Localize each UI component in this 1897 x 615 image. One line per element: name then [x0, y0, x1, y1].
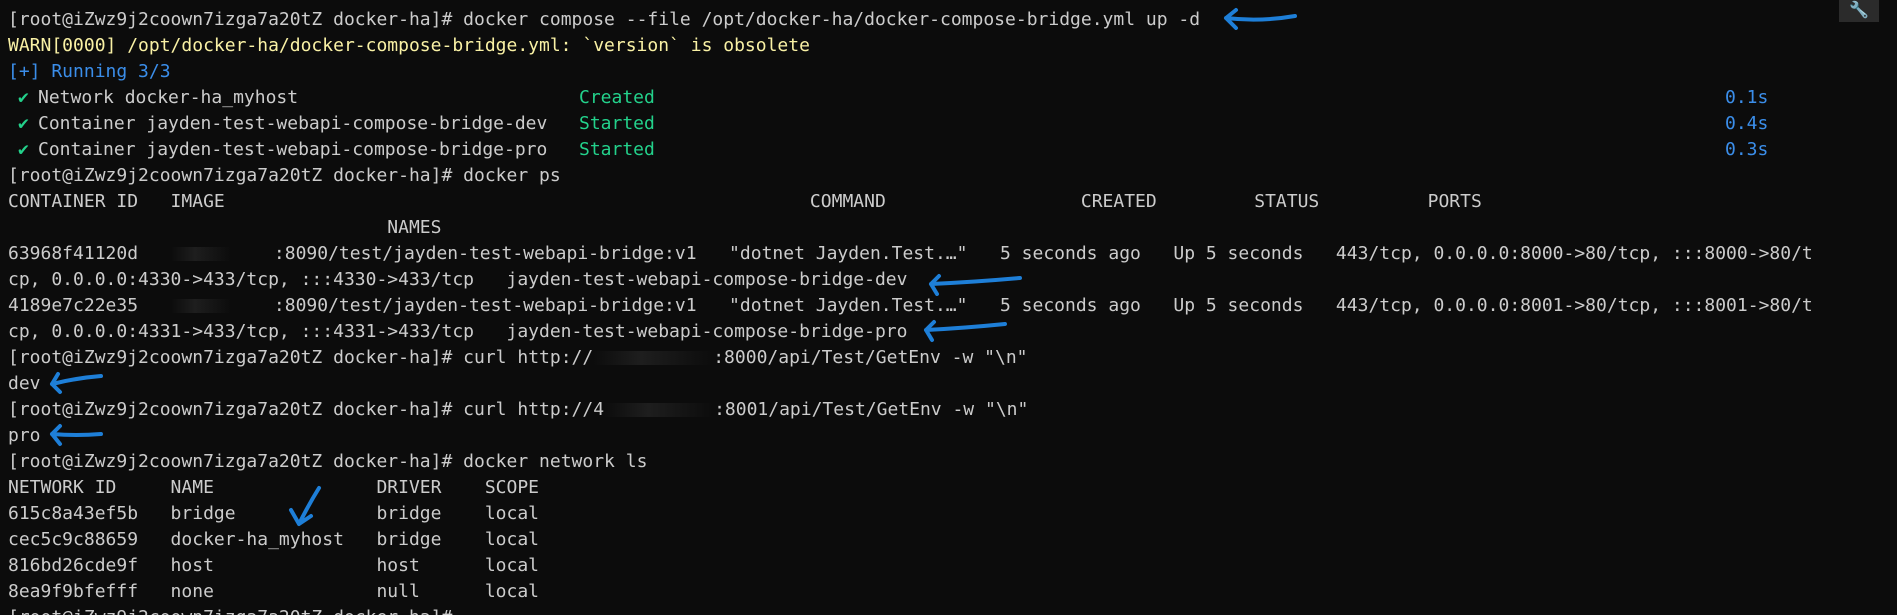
resource-time: 0.4s [1725, 113, 1769, 134]
redacted-host [593, 351, 714, 365]
resource-time: 0.1s [1725, 87, 1769, 108]
resource-state: Created [579, 87, 655, 108]
prompt: [root@iZwz9j2coown7izga7a20tZ docker-ha]… [8, 399, 453, 420]
command-line-curl-pro: [root@iZwz9j2coown7izga7a20tZ docker-ha]… [8, 397, 1897, 423]
container-id: 4189e7c22e35 [8, 295, 171, 316]
check-icon: ✔ [18, 139, 29, 160]
ps-row-wrap: cp, 0.0.0.0:4330->433/tcp, :::4330->433/… [8, 269, 908, 290]
container-id: 63968f41120d [8, 243, 171, 264]
redacted-host [170, 299, 231, 313]
curl-output-dev: dev [8, 373, 41, 394]
prompt: [root@iZwz9j2coown7izga7a20tZ docker-ha]… [8, 9, 453, 30]
ps-row: 63968f41120d :8090/test/jayden-test-weba… [8, 241, 1897, 267]
ps-row: 4189e7c22e35 :8090/test/jayden-test-weba… [8, 293, 1897, 319]
curl-output-pro: pro [8, 425, 41, 446]
ps-header: CONTAINER ID IMAGE COMMAND CREATED STATU… [8, 191, 1482, 212]
resource-state: Started [579, 139, 655, 160]
compose-result-row: ✔ Container jayden-test-webapi-compose-b… [8, 137, 1897, 163]
command-text: docker compose --file /opt/docker-ha/doc… [463, 9, 1201, 30]
compose-result-row: ✔ Network docker-ha_myhost Created 0.1s [8, 85, 1897, 111]
check-icon: ✔ [18, 87, 29, 108]
ps-row-rest: :8090/test/jayden-test-webapi-bridge:v1 … [230, 295, 1813, 316]
terminal-output: [root@iZwz9j2coown7izga7a20tZ docker-ha]… [8, 7, 1897, 615]
network-row: 8ea9f9bfefff none null local [8, 581, 540, 602]
network-row: 816bd26cde9f host host local [8, 555, 540, 576]
check-icon: ✔ [18, 113, 29, 134]
warn-line: WARN[0000] /opt/docker-ha/docker-compose… [8, 35, 810, 56]
command-line-curl-dev: [root@iZwz9j2coown7izga7a20tZ docker-ha]… [8, 345, 1897, 371]
resource-time: 0.3s [1725, 139, 1769, 160]
resource-name: Container jayden-test-webapi-compose-bri… [38, 113, 548, 134]
resource-name: Container jayden-test-webapi-compose-bri… [38, 139, 548, 160]
ps-header-names: NAMES [8, 217, 442, 238]
command-line-network-ls: [root@iZwz9j2coown7izga7a20tZ docker-ha]… [8, 449, 1897, 475]
redacted-host [170, 247, 231, 261]
network-row: 615c8a43ef5b bridge bridge local [8, 503, 540, 524]
command-text: curl http://4 [463, 399, 605, 420]
network-row: cec5c9c88659 docker-ha_myhost bridge loc… [8, 529, 540, 550]
command-text: curl http:// [463, 347, 594, 368]
command-line-ps: [root@iZwz9j2coown7izga7a20tZ docker-ha]… [8, 163, 1897, 189]
ps-row-rest: :8090/test/jayden-test-webapi-bridge:v1 … [230, 243, 1813, 264]
command-text-tail: :8000/api/Test/GetEnv -w "\n" [713, 347, 1028, 368]
command-line-compose-up: [root@iZwz9j2coown7izga7a20tZ docker-ha]… [8, 7, 1897, 33]
network-header: NETWORK ID NAME DRIVER SCOPE [8, 477, 540, 498]
redacted-host [604, 403, 715, 417]
prompt: [root@iZwz9j2coown7izga7a20tZ docker-ha]… [8, 347, 453, 368]
compose-result-row: ✔ Container jayden-test-webapi-compose-b… [8, 111, 1897, 137]
ps-row-wrap: cp, 0.0.0.0:4331->433/tcp, :::4331->433/… [8, 321, 908, 342]
command-text: docker network ls [463, 451, 648, 472]
prompt: [root@iZwz9j2coown7izga7a20tZ docker-ha]… [8, 165, 453, 186]
command-text: docker ps [463, 165, 561, 186]
resource-name: Network docker-ha_myhost [38, 87, 299, 108]
prompt: [root@iZwz9j2coown7izga7a20tZ docker-ha]… [8, 451, 453, 472]
resource-state: Started [579, 113, 655, 134]
running-line: [+] Running 3/3 [8, 61, 171, 82]
command-text-tail: :8001/api/Test/GetEnv -w "\n" [714, 399, 1029, 420]
